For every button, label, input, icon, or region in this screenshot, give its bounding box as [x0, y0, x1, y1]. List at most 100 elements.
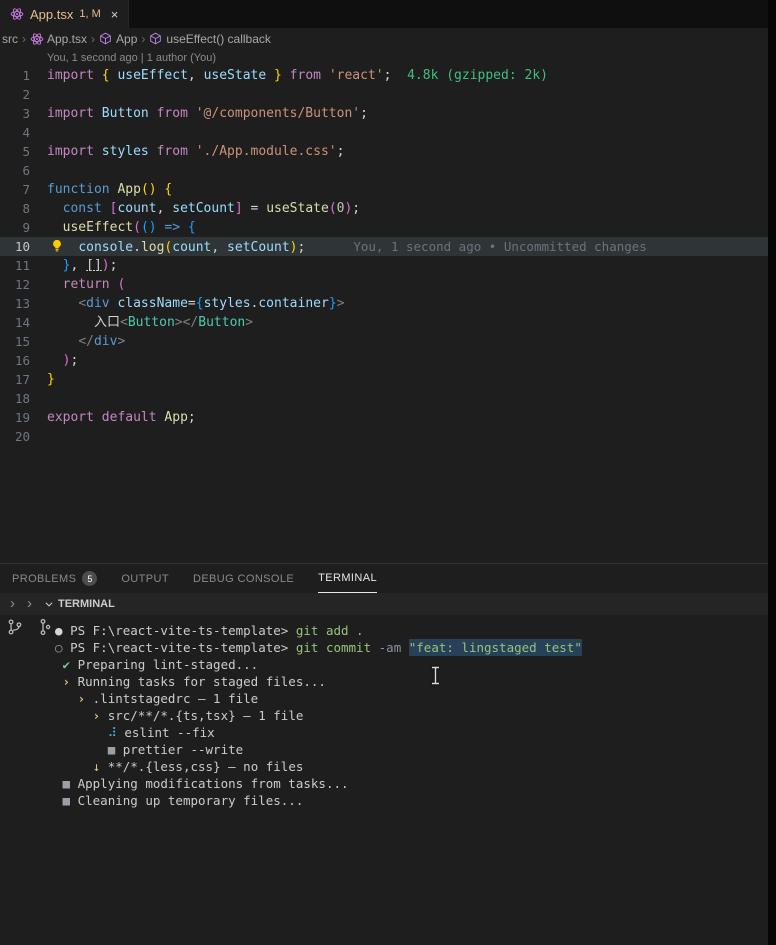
- terminal-section-label: TERMINAL: [58, 598, 115, 610]
- codelens-blame[interactable]: You, 1 second ago | 1 author (You): [0, 52, 776, 66]
- code-line[interactable]: 2: [0, 85, 776, 104]
- line-number: 5: [22, 144, 30, 159]
- code-text: import { useEffect, useState } from 'rea…: [47, 68, 548, 83]
- tab-title: App.tsx: [30, 6, 74, 22]
- editor-tab-apptsx[interactable]: App.tsx 1, M ×: [0, 0, 130, 28]
- terminal-section-toggle[interactable]: TERMINAL: [44, 598, 115, 610]
- spinner-icon: ⠼: [107, 725, 117, 740]
- code-text: }: [47, 372, 55, 387]
- line-number: 19: [14, 410, 30, 425]
- code-line[interactable]: 3 import Button from '@/components/Button…: [0, 104, 776, 123]
- git-commit-icon[interactable]: [34, 618, 52, 636]
- chevron-right-icon[interactable]: ›: [10, 593, 15, 615]
- terminal-line: ■ Cleaning up temporary files...: [62, 793, 304, 808]
- line-number: 12: [14, 277, 30, 292]
- terminal-line: ↓ **/*.{less,css} — no files: [92, 759, 304, 774]
- line-number: 17: [14, 372, 30, 387]
- terminal-content[interactable]: ● PS F:\react-vite-ts-template> git add …: [0, 615, 776, 945]
- line-number: 9: [22, 220, 30, 235]
- terminal-line: ■ prettier --write: [107, 742, 244, 757]
- line-number: 10: [14, 239, 30, 254]
- breadcrumb-item-useeffect-callback[interactable]: useEffect() callback: [149, 32, 271, 46]
- code-line[interactable]: 13 <div className={styles.container}>: [0, 294, 776, 313]
- code-text: return (: [62, 277, 126, 292]
- breadcrumb-item-src[interactable]: src: [2, 32, 18, 46]
- task-square-icon: ■: [107, 742, 116, 757]
- code-text: </div>: [78, 334, 126, 349]
- tab-problems[interactable]: PROBLEMS 5: [12, 564, 98, 593]
- lightbulb-icon[interactable]: [50, 239, 64, 253]
- problems-count-badge: 5: [82, 571, 98, 586]
- code-editor[interactable]: You, 1 second ago | 1 author (You) 1 impo…: [0, 50, 776, 563]
- chevron-right-icon: ›: [92, 708, 101, 723]
- code-area[interactable]: 1 import { useEffect, useState } from 're…: [0, 66, 776, 446]
- code-line[interactable]: 18: [0, 389, 776, 408]
- code-text: const [count, setCount] = useState(0);: [62, 201, 361, 216]
- line-number: 11: [14, 258, 30, 273]
- command-decoration-icon: ○: [55, 640, 63, 655]
- line-number: 14: [14, 315, 30, 330]
- command-decoration-icon: ●: [55, 623, 63, 638]
- panel-tab-bar: PROBLEMS 5 OUTPUT DEBUG CONSOLE TERMINAL: [0, 563, 776, 593]
- breadcrumb-separator: ›: [141, 32, 146, 46]
- code-line[interactable]: 10 console.log(count, setCount); You, 1 s…: [0, 237, 776, 256]
- code-text: useEffect(() => {: [62, 220, 196, 235]
- line-number: 13: [14, 296, 30, 311]
- terminal-line: ✔ Preparing lint-staged...: [62, 657, 259, 672]
- scrollbar[interactable]: [768, 0, 776, 945]
- line-number: 4: [22, 125, 30, 140]
- chevron-down-icon: [45, 602, 53, 607]
- code-text: function App() {: [47, 182, 173, 197]
- breadcrumb: src › App.tsx › App › useEffect() callba…: [0, 28, 776, 50]
- code-line[interactable]: 17}: [0, 370, 776, 389]
- code-line[interactable]: 16 );: [0, 351, 776, 370]
- code-text: export default App;: [47, 410, 196, 425]
- chevron-right-icon: ›: [77, 691, 86, 706]
- breadcrumb-separator: ›: [22, 32, 26, 46]
- task-square-icon: ■: [62, 776, 71, 791]
- code-line[interactable]: 14 入口<Button></Button>: [0, 313, 776, 332]
- close-icon[interactable]: ×: [111, 7, 119, 22]
- terminal-line: ■ Applying modifications from tasks...: [62, 776, 349, 791]
- line-number: 2: [22, 87, 30, 102]
- terminal-line: ○ PS F:\react-vite-ts-template> git comm…: [55, 639, 582, 656]
- code-line[interactable]: 7 function App() {: [0, 180, 776, 199]
- code-text: 入口<Button></Button>: [93, 315, 254, 330]
- code-line[interactable]: 6: [0, 161, 776, 180]
- terminal-line: › src/**/*.{ts,tsx} — 1 file: [92, 708, 304, 723]
- source-control-branch-icon[interactable]: [6, 618, 24, 636]
- code-text: import styles from './App.module.css';: [47, 144, 345, 159]
- code-line[interactable]: 5 import styles from './App.module.css';: [0, 142, 776, 161]
- code-line[interactable]: 20: [0, 427, 776, 446]
- code-line[interactable]: 12 return (: [0, 275, 776, 294]
- down-arrow-icon: ↓: [92, 759, 101, 774]
- line-number: 1: [22, 68, 30, 83]
- tab-debug-console[interactable]: DEBUG CONSOLE: [193, 564, 294, 593]
- react-file-icon: [30, 32, 44, 46]
- breadcrumb-item-app[interactable]: App: [99, 32, 137, 46]
- line-number: 18: [14, 391, 30, 406]
- symbol-method-icon: [99, 32, 113, 46]
- tab-output[interactable]: OUTPUT: [121, 564, 169, 593]
- blame-annotation: You, 1 second ago • Uncommitted changes: [353, 239, 647, 254]
- code-line[interactable]: 15 </div>: [0, 332, 776, 351]
- line-number: 3: [22, 106, 30, 121]
- code-line[interactable]: 9 useEffect(() => {: [0, 218, 776, 237]
- task-square-icon: ■: [62, 793, 71, 808]
- tab-bar: App.tsx 1, M ×: [0, 0, 776, 28]
- line-number: 8: [22, 201, 30, 216]
- code-line[interactable]: 4: [0, 123, 776, 142]
- code-line[interactable]: 8 const [count, setCount] = useState(0);: [0, 199, 776, 218]
- code-text: console.log(count, setCount); You, 1 seco…: [78, 239, 647, 255]
- breadcrumb-item-apptsx[interactable]: App.tsx: [30, 32, 87, 46]
- symbol-method-icon: [149, 32, 163, 46]
- code-line[interactable]: 1 import { useEffect, useState } from 're…: [0, 66, 776, 85]
- code-text: }, []);: [62, 258, 118, 273]
- code-line[interactable]: 11 }, []);: [0, 256, 776, 275]
- chevron-right-icon: ›: [62, 674, 71, 689]
- tab-terminal[interactable]: TERMINAL: [318, 564, 377, 593]
- chevron-right-icon[interactable]: ›: [27, 593, 32, 615]
- panel-left-icons: [6, 618, 52, 636]
- react-file-icon: [10, 7, 24, 21]
- code-line[interactable]: 19 export default App;: [0, 408, 776, 427]
